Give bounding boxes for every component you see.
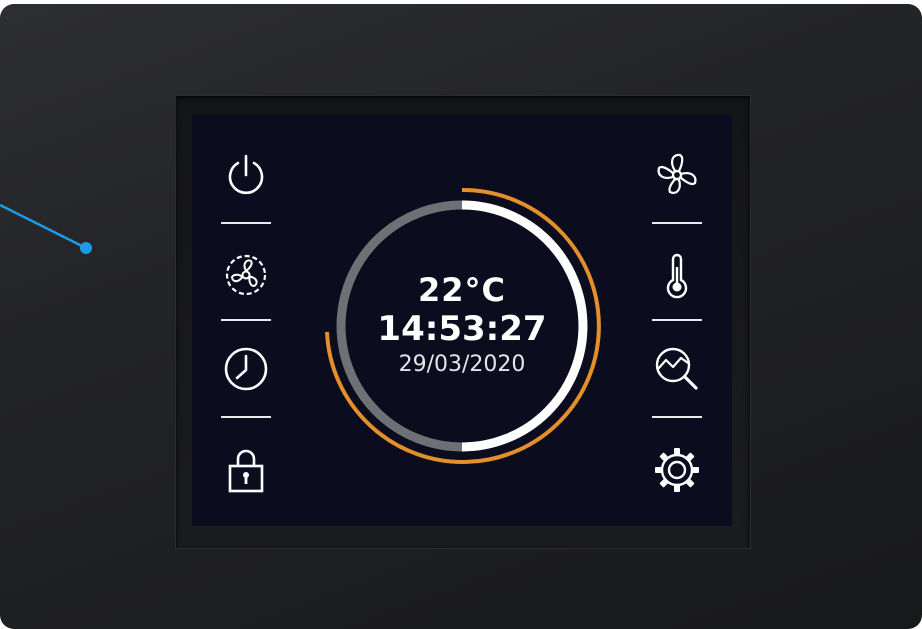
callout-pointer	[0, 203, 92, 254]
